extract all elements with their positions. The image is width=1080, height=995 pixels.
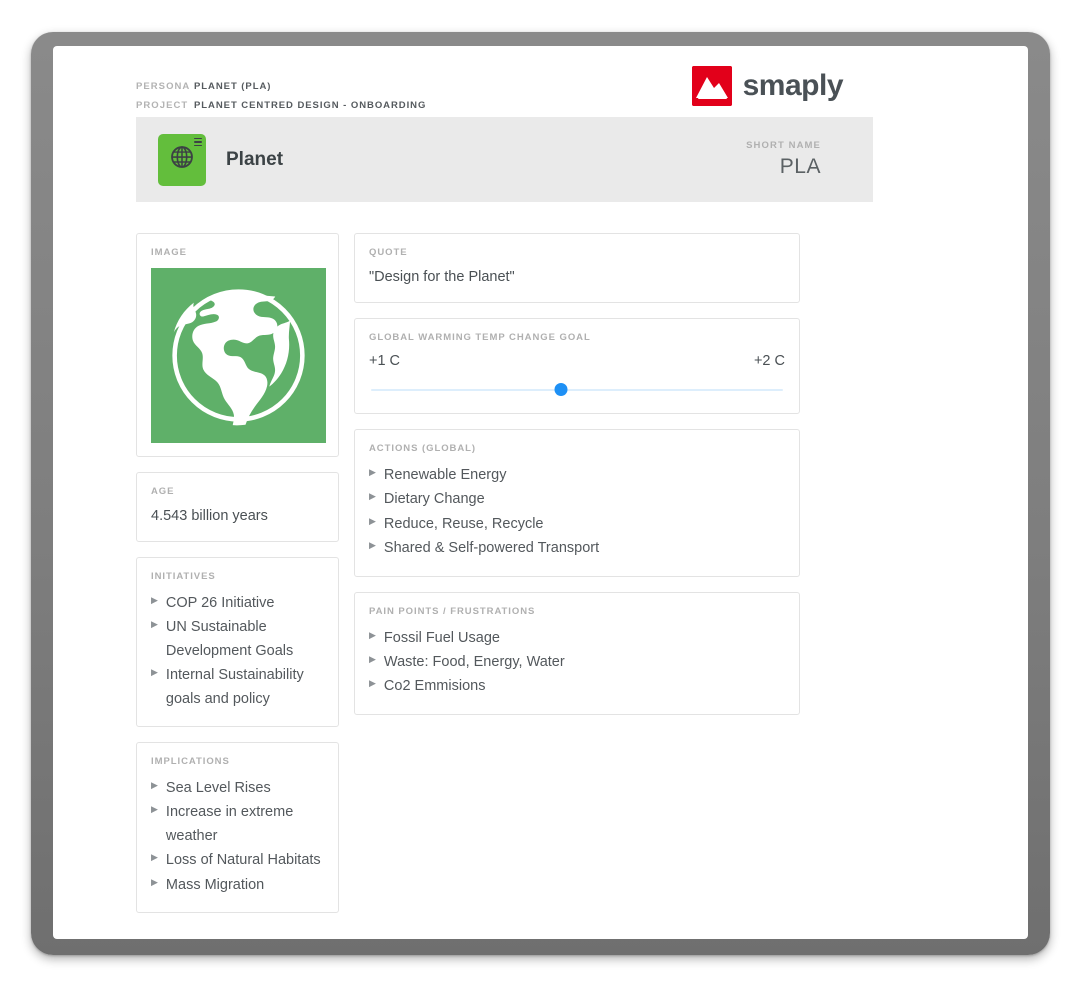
slider-max-label: +2 C — [753, 352, 785, 369]
initiatives-list: ▶ COP 26 Initiative ▶ UN Sustainable Devel… — [151, 592, 324, 711]
initiatives-card-label: INITIATIVES — [151, 570, 216, 582]
persona-header-bar: Planet SHORT NAME PLA — [136, 117, 873, 202]
implications-card-label: IMPLICATIONS — [151, 755, 230, 767]
triangle-bullet-icon: ▶ — [369, 678, 376, 689]
list-item[interactable]: ▶ Reduce, Reuse, Recycle — [369, 513, 785, 536]
list-item-label: COP 26 Initiative — [165, 594, 275, 611]
persona-avatar — [158, 133, 206, 186]
actions-card-label: ACTIONS (GLOBAL) — [369, 442, 477, 454]
triangle-bullet-icon: ▶ — [151, 619, 158, 630]
list-item-label: Co2 Emmisions — [383, 678, 486, 695]
content-columns: IMAGE AGE 4.543 billion years INITIATIVE… — [136, 233, 873, 928]
list-item[interactable]: ▶ Renewable Energy — [369, 464, 785, 487]
triangle-bullet-icon: ▶ — [369, 653, 376, 664]
list-item-label: Mass Migration — [165, 876, 265, 893]
triangle-bullet-icon: ▶ — [151, 779, 158, 790]
age-card-label: AGE — [151, 486, 175, 497]
list-item[interactable]: ▶ Fossil Fuel Usage — [369, 627, 785, 650]
smaply-logo: smaply — [691, 66, 844, 106]
slider-card-label: GLOBAL WARMING TEMP CHANGE GOAL — [369, 331, 591, 343]
earth-globe-illustration — [151, 268, 326, 443]
list-item-label: Loss of Natural Habitats — [165, 852, 321, 869]
age-card-value: 4.543 billion years — [151, 508, 268, 524]
slider-min-label: +1 C — [369, 352, 401, 369]
pain-points-card: PAIN POINTS / FRUSTRATIONS ▶ Fossil Fuel … — [354, 591, 800, 715]
list-item-label: UN Sustainable Development Goals — [165, 619, 294, 659]
short-name-label: SHORT NAME — [746, 140, 821, 151]
globe-icon — [169, 144, 195, 175]
list-item[interactable]: ▶ Sea Level Rises — [151, 777, 324, 800]
notebook-binding-icon — [194, 137, 202, 149]
list-item[interactable]: ▶ Shared & Self-powered Transport — [369, 537, 785, 560]
smaply-wordmark: smaply — [742, 69, 844, 102]
device-frame: PERSONA PLANET (PLA) PROJECT PLANET CENT… — [31, 32, 1050, 955]
triangle-bullet-icon: ▶ — [369, 540, 376, 551]
list-item[interactable]: ▶ Loss of Natural Habitats — [151, 849, 324, 872]
slider-end-labels: +1 C +2 C — [369, 353, 785, 369]
actions-list: ▶ Renewable Energy ▶ Dietary Change ▶ Reduc… — [369, 464, 785, 561]
persona-meta-value: PLANET (PLA) — [194, 81, 272, 92]
triangle-bullet-icon: ▶ — [369, 629, 376, 640]
persona-name: Planet — [226, 148, 284, 170]
quote-card-label: QUOTE — [369, 247, 408, 258]
meta-row-project: PROJECT PLANET CENTRED DESIGN - ONBOARDI… — [136, 99, 427, 111]
slider-track — [371, 388, 783, 391]
right-column: QUOTE "Design for the Planet" GLOBAL WAR… — [354, 233, 800, 730]
actions-card: ACTIONS (GLOBAL) ▶ Renewable Energy ▶ Diet… — [354, 428, 800, 577]
pain-points-card-label: PAIN POINTS / FRUSTRATIONS — [369, 605, 536, 617]
list-item-label: Reduce, Reuse, Recycle — [383, 515, 544, 532]
implications-list: ▶ Sea Level Rises ▶ Increase in extreme we… — [151, 777, 324, 897]
image-card-label: IMAGE — [151, 247, 187, 258]
age-card: AGE 4.543 billion years — [136, 472, 339, 542]
list-item-label: Shared & Self-powered Transport — [383, 540, 600, 557]
triangle-bullet-icon: ▶ — [151, 852, 158, 863]
short-name-value: PLA — [779, 155, 821, 178]
left-column: IMAGE AGE 4.543 billion years INITIATIVE… — [136, 233, 339, 928]
meta-row-persona: PERSONA PLANET (PLA) — [136, 82, 426, 92]
list-item-label: Internal Sustainability goals and policy — [165, 667, 304, 707]
triangle-bullet-icon: ▶ — [369, 466, 376, 477]
project-meta-value: PLANET CENTRED DESIGN - ONBOARDING — [194, 99, 427, 111]
list-item-label: Sea Level Rises — [165, 779, 271, 796]
list-item-label: Waste: Food, Energy, Water — [383, 653, 565, 670]
triangle-bullet-icon: ▶ — [369, 491, 376, 502]
initiatives-card: INITIATIVES ▶ COP 26 Initiative ▶ UN Susta… — [136, 556, 339, 727]
global-warming-slider-card: GLOBAL WARMING TEMP CHANGE GOAL +1 C +2 … — [354, 317, 800, 414]
persona-meta-label: PERSONA — [136, 81, 191, 92]
implications-card: IMPLICATIONS ▶ Sea Level Rises ▶ Increase … — [136, 741, 339, 914]
image-card: IMAGE — [136, 233, 339, 457]
smaply-logo-icon — [691, 66, 732, 106]
list-item[interactable]: ▶ UN Sustainable Development Goals — [151, 616, 324, 663]
list-item-label: Increase in extreme weather — [165, 804, 294, 844]
project-meta-label: PROJECT — [136, 99, 189, 111]
list-item[interactable]: ▶ Internal Sustainability goals and polic… — [151, 664, 324, 711]
list-item-label: Renewable Energy — [383, 466, 507, 483]
device-screen: PERSONA PLANET (PLA) PROJECT PLANET CENT… — [53, 46, 1028, 939]
list-item[interactable]: ▶ Mass Migration — [151, 874, 324, 897]
temperature-slider[interactable] — [371, 382, 783, 397]
triangle-bullet-icon: ▶ — [151, 876, 158, 887]
triangle-bullet-icon: ▶ — [151, 804, 158, 815]
short-name-block: SHORT NAME PLA — [746, 140, 821, 179]
slider-thumb[interactable] — [554, 382, 568, 396]
triangle-bullet-icon: ▶ — [151, 594, 158, 605]
list-item[interactable]: ▶ Co2 Emmisions — [369, 675, 785, 698]
list-item[interactable]: ▶ COP 26 Initiative — [151, 592, 324, 615]
list-item-label: Dietary Change — [383, 491, 485, 508]
list-item[interactable]: ▶ Waste: Food, Energy, Water — [369, 651, 785, 674]
document-meta: PERSONA PLANET (PLA) PROJECT PLANET CENT… — [136, 82, 426, 119]
list-item-label: Fossil Fuel Usage — [383, 629, 500, 646]
list-item[interactable]: ▶ Increase in extreme weather — [151, 801, 324, 848]
list-item[interactable]: ▶ Dietary Change — [369, 488, 785, 511]
pain-points-list: ▶ Fossil Fuel Usage ▶ Waste: Food, Energy,… — [369, 627, 785, 699]
quote-card: QUOTE "Design for the Planet" — [354, 233, 800, 303]
quote-card-value: "Design for the Planet" — [369, 269, 515, 285]
triangle-bullet-icon: ▶ — [151, 667, 158, 678]
triangle-bullet-icon: ▶ — [369, 515, 376, 526]
